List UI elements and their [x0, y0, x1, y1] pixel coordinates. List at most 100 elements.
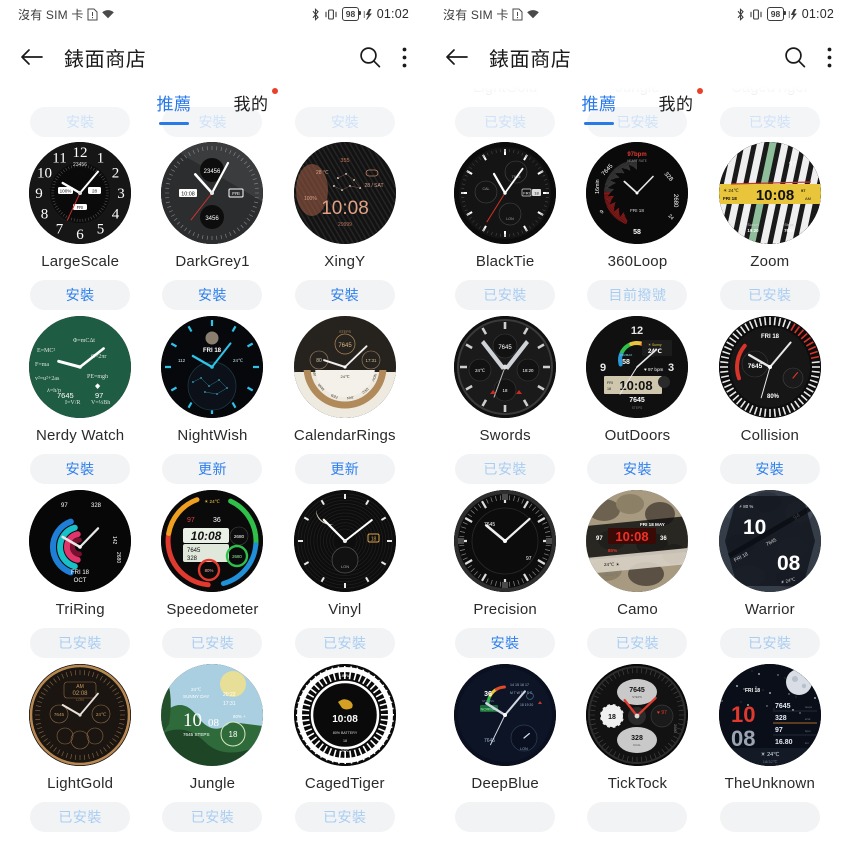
watch-face-cell: 97bpm HEART RATE 7645 328 2680 16min 9 2…: [571, 142, 703, 310]
svg-text:7: 7: [56, 222, 64, 238]
watch-face-action-button: 已安裝: [294, 802, 395, 832]
svg-text:12: 12: [631, 325, 643, 337]
status-bar-left: 沒有 SIM 卡: [443, 6, 540, 23]
app-bar: 錶面商店: [425, 28, 850, 86]
svg-text:7645: 7645: [630, 397, 646, 404]
svg-text:FRI 18: FRI 18: [723, 196, 737, 201]
watch-face-preview[interactable]: 12 1 2 3 4 5 6 7 8 9 10 11 23456 100% 28 FRI: [29, 142, 132, 244]
watch-face-image-collision: FRI 18 7645 80%: [718, 316, 821, 418]
watch-face-preview[interactable]: 355 28 ℃ 100% 28 / SAT 10:08 29999: [293, 142, 396, 244]
app-bar-actions: [358, 45, 407, 69]
watch-face-preview[interactable]: ☀ 24℃ FRI 18 10:08 97 AM 97 Sunset 19:20…: [718, 142, 821, 244]
watch-face-action-button[interactable]: 安裝: [30, 454, 131, 484]
svg-text:FRI 18: FRI 18: [631, 208, 645, 213]
watch-face-action-button[interactable]: 安裝: [587, 454, 688, 484]
watch-face-name: CagedTiger: [304, 775, 385, 792]
watch-face-action-button[interactable]: 更新: [162, 454, 263, 484]
watch-face-preview[interactable]: 23456 3456 10:08 FRI: [161, 142, 264, 244]
watch-face-image-outdoors: 12 9 3 VO2MAX 58 ☀ Sunny 24℃ ♥ 97 bpm FR…: [586, 316, 689, 418]
watch-face-action-button: 已安裝: [162, 628, 263, 658]
watch-face-action-button[interactable]: 安裝: [294, 280, 395, 310]
tab-mine[interactable]: 我的: [657, 88, 703, 115]
svg-text:08: 08: [777, 552, 801, 575]
watch-face-preview[interactable]: 24℃ SUNNY DAY 20:22 17:31 80% + 10 08 76…: [161, 664, 264, 766]
svg-text:steps: steps: [805, 705, 813, 709]
svg-text:17:31: 17:31: [223, 701, 236, 707]
svg-text:328: 328: [91, 503, 102, 509]
svg-text:Steps: Steps: [784, 223, 793, 227]
search-icon[interactable]: [358, 45, 382, 69]
watch-face-preview[interactable]: 7645 97: [454, 490, 557, 592]
svg-text:7645: 7645: [748, 363, 763, 370]
watch-face-image-calendarrings: JANFEBMARAPRMAYJUNJULAUGSEPOCTNOVDEC STE…: [293, 316, 396, 418]
sim-missing-icon: [512, 8, 523, 21]
watch-face-cell: 12 1 2 3 4 5 6 7 8 9 10 11 23456 100% 28 FRI LargeS…: [14, 142, 146, 310]
more-vertical-icon[interactable]: [827, 47, 832, 68]
svg-text:FRI 18: FRI 18: [203, 348, 222, 354]
watch-face-image-jungle: 24℃ SUNNY DAY 20:22 17:31 80% + 10 08 76…: [161, 664, 264, 766]
svg-text:18/32℃: 18/32℃: [763, 759, 778, 764]
svg-text:2680: 2680: [672, 194, 678, 208]
clock-label: 01:02: [801, 7, 834, 21]
page-title: 錶面商店: [64, 48, 147, 71]
tab-recommend[interactable]: 推薦: [580, 90, 619, 125]
svg-text:97: 97: [775, 727, 783, 734]
watch-face-preview[interactable]: FRI 18 10 08 7645 328 97 16.80 steps kca…: [718, 664, 821, 766]
watch-face-preview[interactable]: LON 18: [293, 490, 396, 592]
watch-face-preview[interactable]: 7645 CAL LON FRI 18: [454, 142, 557, 244]
watch-face-row: 97 328 FRI 18 OCT 142 2680 TriRing 已安裝 ☀ …: [14, 490, 411, 658]
watch-face-cell: ☀ 24℃ 97 36 10:08 PM 7645 328 2680 2680 …: [146, 490, 278, 658]
watch-face-action-button[interactable]: 更新: [294, 454, 395, 484]
svg-text:STEPS: STEPS: [633, 695, 643, 699]
watch-face-cell: AM 02:08 LON 7645 24℃ LightGold 已安裝: [14, 664, 146, 832]
svg-text:18: 18: [343, 739, 347, 743]
watch-face-preview[interactable]: FRI 18 MAY 10:08 97 36 80% 24℃ ☀ 18/32℃: [586, 490, 689, 592]
tab-recommend[interactable]: 推薦: [155, 90, 194, 125]
watch-face-preview[interactable]: E=MC² F=ma v²=u²+2as λ=h/p Φ=mCΔt C=2πr PE=mgh…: [29, 316, 132, 418]
svg-text:E=MC²: E=MC²: [37, 348, 55, 354]
svg-text:10:08: 10:08: [182, 191, 196, 197]
svg-text:10: 10: [37, 166, 52, 182]
watch-face-preview[interactable]: 36 STRESS NORMAL 14 15 16 17 M T W T F S…: [454, 664, 557, 766]
tab-mine[interactable]: 我的: [232, 88, 278, 115]
search-icon[interactable]: [783, 45, 807, 69]
watch-face-preview[interactable]: ☀ 24℃ 97 36 10:08 PM 7645 328 2680 2680 …: [161, 490, 264, 592]
watch-face-action-button[interactable]: 安裝: [455, 628, 556, 658]
watch-face-action-button[interactable]: 安裝: [30, 280, 131, 310]
svg-text:6: 6: [76, 227, 84, 243]
back-arrow-icon[interactable]: [20, 47, 44, 67]
watch-face-image-vinyl: LON 18: [293, 490, 396, 592]
back-arrow-icon[interactable]: [445, 47, 469, 67]
svg-text:24℃: 24℃: [340, 374, 349, 379]
watch-face-image-cagedtiger: LIBRA 10:08 80% BATTERY 18 24℃ SUNNY DAY: [293, 664, 396, 766]
watch-face-preview[interactable]: 7645 24℃ 18:20 18: [454, 316, 557, 418]
svg-text:7645: 7645: [775, 703, 791, 710]
watch-face-name: LightGold: [47, 775, 114, 792]
more-vertical-icon[interactable]: [402, 47, 407, 68]
tab-active-underline: [159, 122, 189, 125]
watch-face-action-button[interactable]: 安裝: [719, 454, 820, 484]
watch-face-preview[interactable]: 12 9 3 VO2MAX 58 ☀ Sunny 24℃ ♥ 97 bpm FR…: [586, 316, 689, 418]
watch-face-preview[interactable]: FRI 18 112 24℃: [161, 316, 264, 418]
watch-face-preview[interactable]: 97 328 FRI 18 OCT 142 2680: [29, 490, 132, 592]
watch-face-preview[interactable]: 7645 STEPS 328 KCAL 18 ♥ 97 2680: [586, 664, 689, 766]
svg-text:97: 97: [789, 162, 796, 168]
page-title: 錶面商店: [489, 48, 572, 71]
watch-face-preview[interactable]: 97bpm HEART RATE 7645 328 2680 16min 9 2…: [586, 142, 689, 244]
watch-face-cell: LON 18 Vinyl 已安裝: [279, 490, 411, 658]
watch-face-action-button[interactable]: 安裝: [162, 280, 263, 310]
svg-text:AM: AM: [805, 196, 811, 201]
watch-face-image-loop360: 97bpm HEART RATE 7645 328 2680 16min 9 2…: [586, 142, 689, 244]
svg-text:2680: 2680: [673, 724, 678, 734]
watch-face-preview[interactable]: JANFEBMARAPRMAYJUNJULAUGSEPOCTNOVDEC STE…: [293, 316, 396, 418]
watch-face-preview[interactable]: FRI 18 7645 80%: [718, 316, 821, 418]
svg-text:STEPS: STEPS: [632, 406, 642, 410]
watch-face-row: E=MC² F=ma v²=u²+2as λ=h/p Φ=mCΔt C=2πr PE=mgh…: [14, 316, 411, 484]
watch-face-cell: FRI 18 10 08 7645 328 97 16.80 steps kca…: [704, 664, 836, 832]
watch-face-preview[interactable]: ⚡ 80 % 10 08 94 7645 FRI 18 ☀ 24℃: [718, 490, 821, 592]
svg-text:80% BATTERY: 80% BATTERY: [333, 731, 358, 735]
watch-face-preview[interactable]: AM 02:08 LON 7645 24℃: [29, 664, 132, 766]
watch-face-grid-left: 12 1 2 3 4 5 6 7 8 9 10 11 23456 100% 28 FRI LargeS…: [0, 134, 425, 832]
watch-face-preview[interactable]: LIBRA 10:08 80% BATTERY 18 24℃ SUNNY DAY: [293, 664, 396, 766]
watch-face-image-warrior: ⚡ 80 % 10 08 94 7645 FRI 18 ☀ 24℃: [718, 490, 821, 592]
